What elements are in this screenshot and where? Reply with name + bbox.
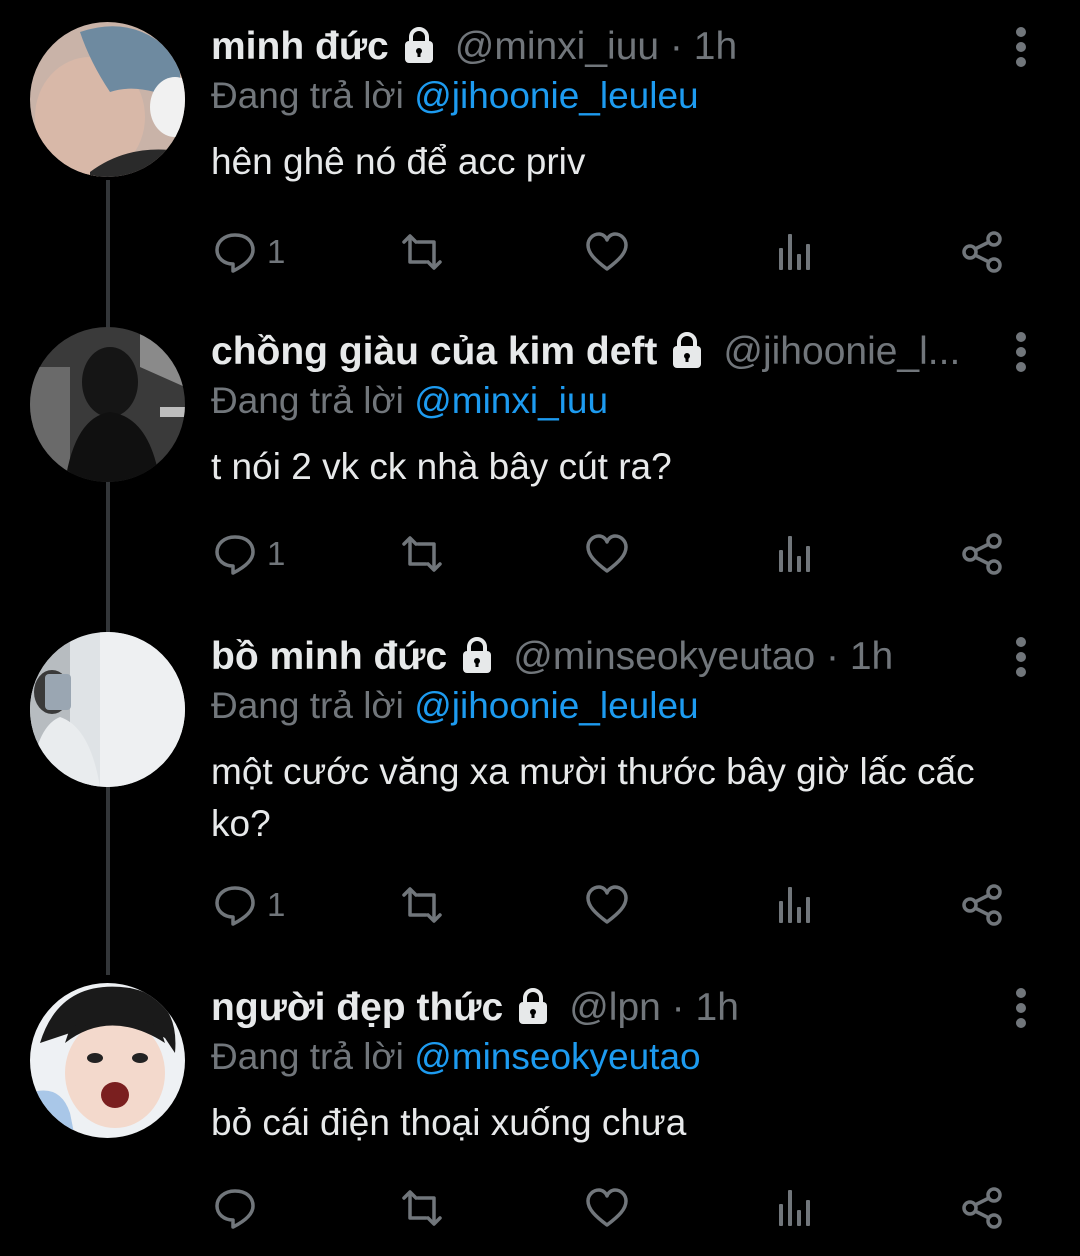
tweet[interactable]: bồ minh đức @minseokyeutao · 1h Đang trả… bbox=[0, 632, 1080, 942]
timestamp: 1h bbox=[695, 986, 739, 1029]
tweet-handle[interactable]: @minxi_iuu bbox=[455, 22, 659, 72]
action-bar: 1 bbox=[0, 529, 1080, 579]
reply-button[interactable]: 1 bbox=[213, 227, 285, 277]
retweet-icon bbox=[402, 536, 442, 572]
analytics-icon bbox=[779, 234, 810, 270]
more-icon[interactable] bbox=[1014, 332, 1028, 372]
reply-count: 1 bbox=[267, 886, 286, 923]
display-name[interactable]: bồ minh đức bbox=[211, 632, 447, 682]
retweet-button[interactable] bbox=[400, 227, 444, 277]
tweet-handle[interactable]: @minseokyeutao bbox=[513, 632, 815, 682]
share-icon bbox=[962, 884, 1002, 926]
replying-to: Đang trả lời @jihoonie_leuleu bbox=[211, 72, 1080, 120]
tweet-text: bỏ cái điện thoại xuống chưa bbox=[211, 1102, 687, 1143]
reply-count: 1 bbox=[267, 233, 286, 270]
reply-icon bbox=[215, 886, 255, 926]
reply-button[interactable] bbox=[213, 1183, 267, 1233]
display-name[interactable]: minh đức bbox=[211, 22, 389, 72]
lock-icon bbox=[513, 986, 553, 1026]
analytics-button[interactable] bbox=[774, 1183, 818, 1233]
action-bar: 1 bbox=[0, 880, 1080, 930]
lock-icon bbox=[399, 25, 439, 65]
replying-to-handle[interactable]: @minxi_iuu bbox=[414, 380, 608, 421]
reply-icon bbox=[215, 233, 255, 273]
separator: · bbox=[659, 25, 694, 68]
timestamp: 1h bbox=[693, 25, 738, 68]
reply-count: 1 bbox=[267, 535, 286, 572]
replying-to: Đang trả lời @minxi_iuu bbox=[211, 377, 1080, 425]
replying-to-handle[interactable]: @jihoonie_leuleu bbox=[414, 685, 698, 726]
reply-prefix: Đang trả lời bbox=[211, 685, 404, 726]
analytics-button[interactable] bbox=[774, 529, 818, 579]
separator: · bbox=[815, 635, 850, 678]
replying-to: Đang trả lời @jihoonie_leuleu bbox=[211, 682, 1080, 730]
analytics-button[interactable] bbox=[774, 227, 818, 277]
replying-to-handle[interactable]: @jihoonie_leuleu bbox=[414, 75, 698, 116]
like-icon bbox=[586, 885, 628, 924]
retweet-icon bbox=[402, 1190, 442, 1226]
share-icon bbox=[962, 231, 1002, 273]
like-icon bbox=[586, 534, 628, 573]
reply-prefix: Đang trả lời bbox=[211, 1036, 404, 1077]
reply-icon bbox=[215, 535, 255, 575]
tweet-text: t nói 2 vk ck nhà bây cút ra? bbox=[211, 446, 672, 487]
tweet-handle[interactable]: @jihoonie_l... bbox=[723, 327, 960, 377]
separator: · bbox=[660, 986, 696, 1029]
timestamp: 1h bbox=[849, 635, 894, 678]
analytics-icon bbox=[779, 536, 810, 572]
tweet-text: hên ghê nó để acc priv bbox=[211, 141, 586, 182]
reply-icon bbox=[215, 1189, 255, 1229]
lock-icon bbox=[457, 635, 497, 675]
like-button[interactable] bbox=[585, 529, 629, 579]
like-button[interactable] bbox=[585, 227, 629, 277]
like-icon bbox=[586, 1188, 628, 1227]
tweet[interactable]: chồng giàu của kim deft @jihoonie_l... Đ… bbox=[0, 327, 1080, 587]
avatar[interactable] bbox=[30, 327, 185, 482]
tweet-text: một cước văng xa mười thước bây giờ lấc … bbox=[211, 751, 975, 844]
avatar[interactable] bbox=[30, 632, 185, 787]
analytics-icon bbox=[779, 887, 810, 923]
share-button[interactable] bbox=[960, 227, 1004, 277]
share-button[interactable] bbox=[960, 1183, 1004, 1233]
share-icon bbox=[962, 533, 1002, 575]
share-button[interactable] bbox=[960, 529, 1004, 579]
more-icon[interactable] bbox=[1014, 27, 1028, 67]
tweet[interactable]: minh đức @minxi_iuu · 1h Đang trả lời @j… bbox=[0, 22, 1080, 282]
lock-icon bbox=[667, 330, 707, 370]
like-icon bbox=[586, 232, 628, 271]
more-icon[interactable] bbox=[1014, 637, 1028, 677]
retweet-icon bbox=[402, 887, 442, 923]
analytics-icon bbox=[779, 1190, 810, 1226]
share-icon bbox=[962, 1187, 1002, 1229]
reply-prefix: Đang trả lời bbox=[211, 380, 404, 421]
replying-to: Đang trả lời @minseokyeutao bbox=[211, 1033, 1080, 1081]
reply-button[interactable]: 1 bbox=[213, 880, 285, 930]
retweet-icon bbox=[402, 234, 442, 270]
like-button[interactable] bbox=[585, 880, 629, 930]
tweet[interactable]: người đẹp thức @lpn · 1h Đang trả lời @m… bbox=[0, 983, 1080, 1243]
retweet-button[interactable] bbox=[400, 1183, 444, 1233]
share-button[interactable] bbox=[960, 880, 1004, 930]
analytics-button[interactable] bbox=[774, 880, 818, 930]
reply-prefix: Đang trả lời bbox=[211, 75, 404, 116]
action-bar bbox=[0, 1183, 1080, 1233]
tweet-handle[interactable]: @lpn bbox=[569, 983, 661, 1033]
reply-button[interactable]: 1 bbox=[213, 529, 285, 579]
display-name[interactable]: chồng giàu của kim deft bbox=[211, 327, 657, 377]
replying-to-handle[interactable]: @minseokyeutao bbox=[414, 1036, 700, 1077]
more-icon[interactable] bbox=[1014, 988, 1028, 1028]
action-bar: 1 bbox=[0, 227, 1080, 277]
avatar[interactable] bbox=[30, 22, 185, 177]
display-name[interactable]: người đẹp thức bbox=[211, 983, 503, 1033]
like-button[interactable] bbox=[585, 1183, 629, 1233]
retweet-button[interactable] bbox=[400, 880, 444, 930]
avatar[interactable] bbox=[30, 983, 185, 1138]
retweet-button[interactable] bbox=[400, 529, 444, 579]
